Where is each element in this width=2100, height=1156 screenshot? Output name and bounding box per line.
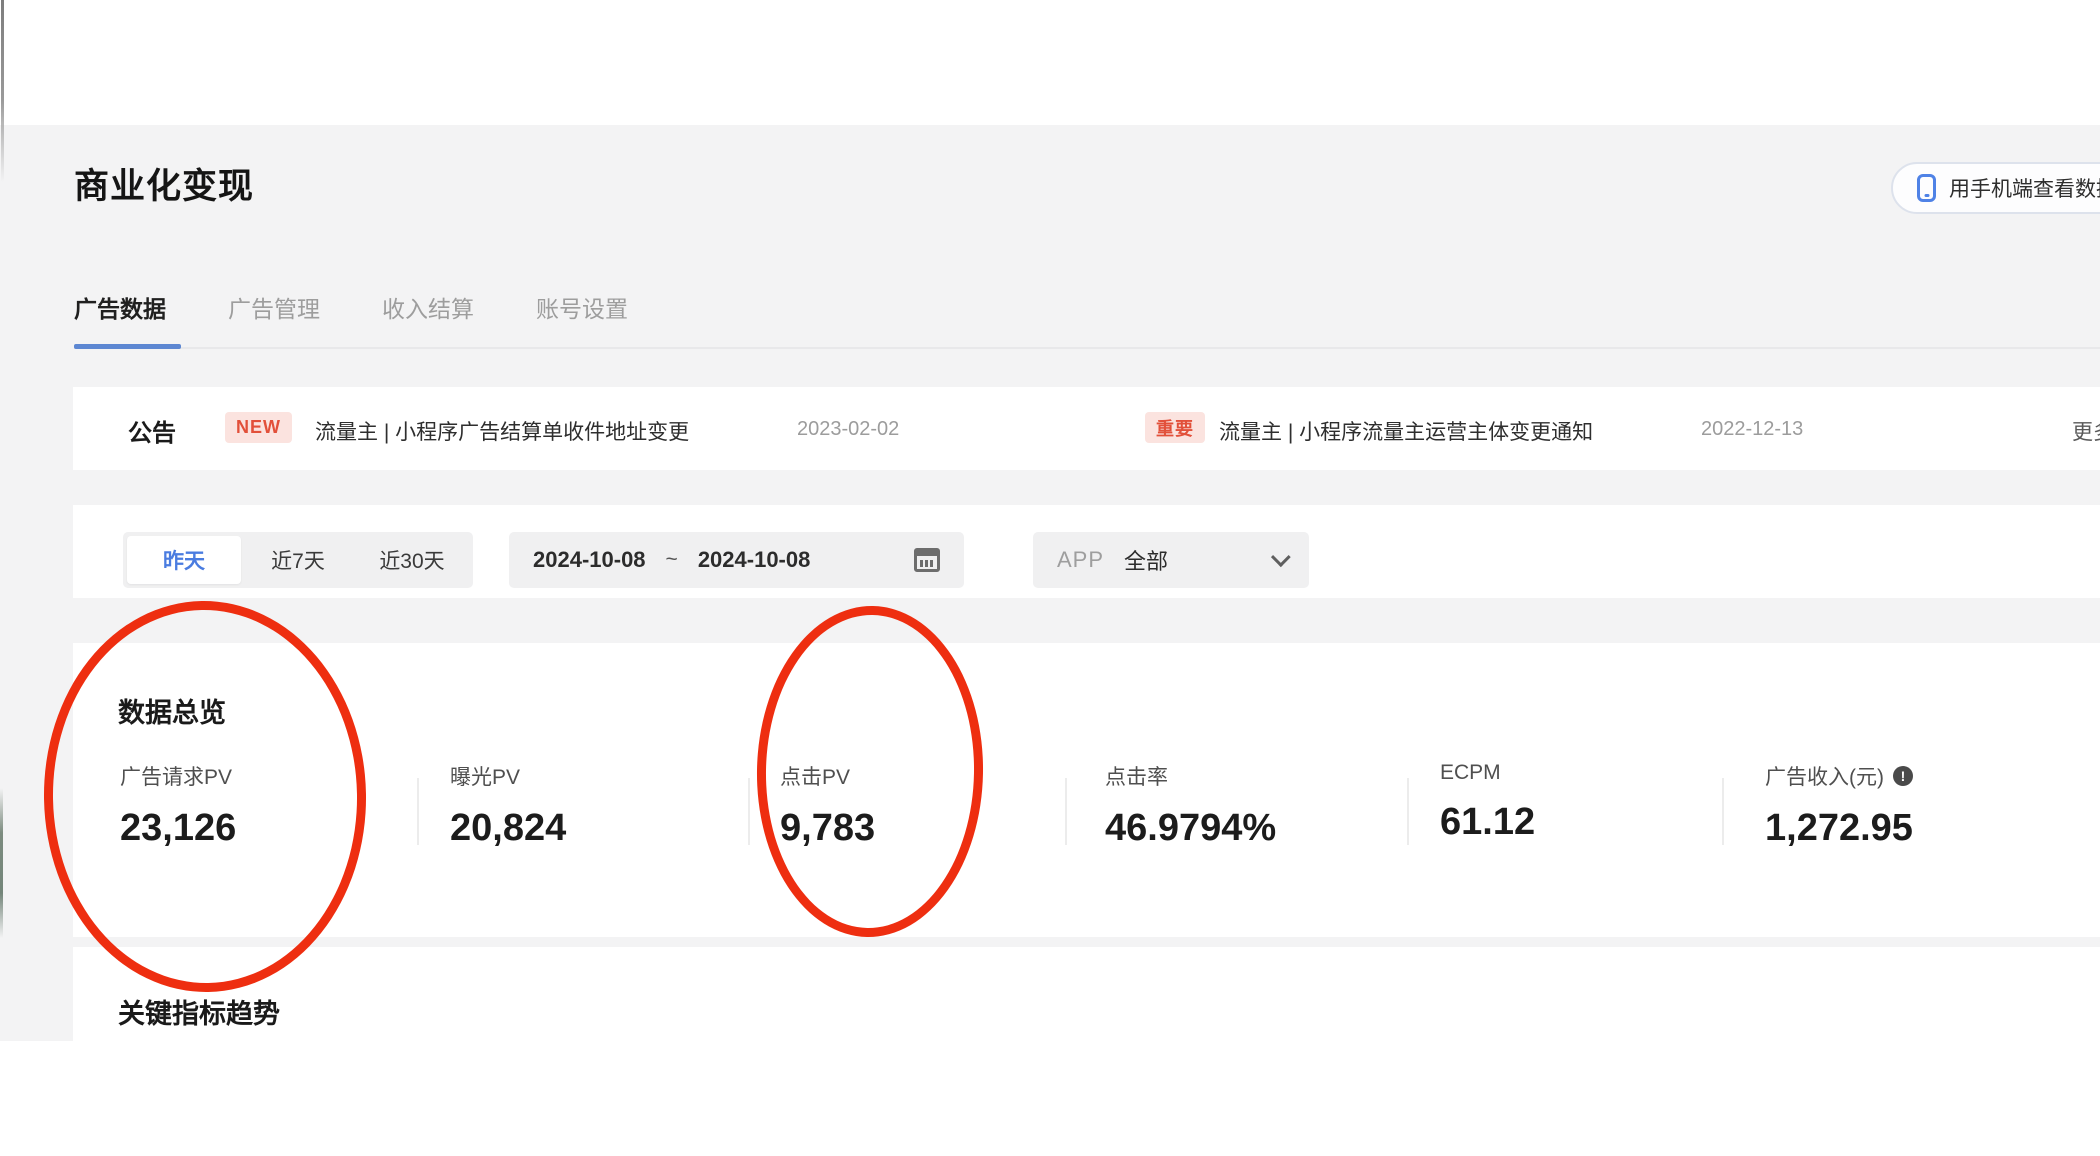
range-last-30-days-button[interactable]: 近30天 [355, 536, 469, 584]
metric-label-text: 广告收入(元) [1765, 766, 1884, 789]
metric-click-pv: 点击PV 9,783 [780, 761, 875, 850]
calendar-icon[interactable] [914, 548, 940, 572]
metric-value: 20,824 [450, 807, 567, 849]
app-filter-value: 全部 [1124, 549, 1169, 574]
metric-label: 点击PV [780, 766, 851, 789]
date-separator: ~ [665, 548, 678, 571]
announcement-more-link[interactable]: 更多 [2072, 416, 2100, 446]
view-on-phone-label: 用手机端查看数据 [1949, 178, 2100, 201]
announcement-link[interactable]: 流量主 | 小程序广告结算单收件地址变更 [315, 416, 689, 446]
app-filter-label: APP [1057, 547, 1105, 572]
date-start-value: 2024-10-08 [533, 547, 646, 572]
monetization-dashboard: 商业化变现 用手机端查看数据 广告数据 广告管理 收入结算 账号设置 公告 NE… [0, 0, 2100, 1156]
tab-account-settings[interactable]: 账号设置 [536, 290, 628, 324]
range-last-7-days-button[interactable]: 近7天 [241, 536, 355, 584]
announcement-badge-important: 重要 [1145, 412, 1205, 443]
phone-icon [1917, 174, 1936, 202]
tab-ad-management[interactable]: 广告管理 [228, 290, 320, 324]
metric-divider [1722, 778, 1724, 845]
announcement-badge-new: NEW [225, 412, 292, 443]
announcement-date: 2022-12-13 [1701, 418, 1804, 440]
view-on-phone-button[interactable]: 用手机端查看数据 [1891, 162, 2100, 214]
key-trend-title: 关键指标趋势 [118, 999, 280, 1029]
data-overview-section: 数据总览 广告请求PV 23,126 曝光PV 20,824 点击PV 9,78… [73, 643, 2100, 937]
metric-value: 9,783 [780, 807, 876, 849]
metric-ecpm: ECPM 61.12 [1440, 761, 1535, 844]
announcement-bar: 公告 NEW 流量主 | 小程序广告结算单收件地址变更 2023-02-02 重… [73, 387, 2100, 470]
metric-click-rate: 点击率 46.9794% [1105, 761, 1276, 850]
active-tab-underline [74, 344, 181, 349]
metric-exposure-pv: 曝光PV 20,824 [450, 761, 566, 850]
metric-divider [1407, 778, 1409, 845]
key-trend-section: 关键指标趋势 [73, 947, 2100, 1156]
screen-edge-artifact [1, 0, 4, 182]
metric-divider [1065, 778, 1067, 845]
metric-value: 46.9794% [1105, 807, 1277, 849]
metric-label: 曝光PV [450, 766, 521, 789]
tab-revenue-settlement[interactable]: 收入结算 [382, 290, 474, 324]
announcement-date: 2023-02-02 [797, 418, 900, 440]
date-range-picker[interactable]: 2024-10-08 ~ 2024-10-08 [509, 532, 964, 588]
metric-label: ECPM [1440, 761, 1501, 784]
page-title: 商业化变现 [74, 167, 255, 206]
metric-divider [748, 778, 750, 845]
announcement-link[interactable]: 流量主 | 小程序流量主运营主体变更通知 [1219, 416, 1593, 446]
tab-ad-data[interactable]: 广告数据 [74, 290, 166, 324]
metric-ad-revenue: 广告收入(元) ! 1,272.95 [1765, 761, 1913, 850]
metric-label: 点击率 [1105, 766, 1168, 789]
range-yesterday-button[interactable]: 昨天 [127, 536, 241, 584]
metric-value: 23,126 [120, 807, 237, 849]
metric-value: 61.12 [1440, 801, 1536, 843]
metric-divider [417, 778, 419, 845]
tab-bar-border [74, 347, 2100, 349]
metric-label: 广告收入(元) ! [1765, 761, 1913, 791]
filter-bar: 昨天 近7天 近30天 2024-10-08 ~ 2024-10-08 APP … [73, 505, 2100, 598]
metric-label: 广告请求PV [120, 766, 233, 789]
date-end-value: 2024-10-08 [697, 547, 811, 572]
date-range-segmented-control: 昨天 近7天 近30天 [123, 532, 473, 588]
data-overview-title: 数据总览 [118, 698, 226, 728]
announcement-title: 公告 [128, 420, 176, 447]
metric-value: 1,272.95 [1765, 807, 1913, 849]
screen-edge-artifact [0, 788, 3, 938]
metric-ad-request-pv: 广告请求PV 23,126 [120, 761, 236, 850]
chevron-down-icon [1270, 547, 1291, 568]
info-icon[interactable]: ! [1893, 766, 1913, 786]
app-filter-dropdown[interactable]: APP 全部 [1033, 532, 1309, 588]
